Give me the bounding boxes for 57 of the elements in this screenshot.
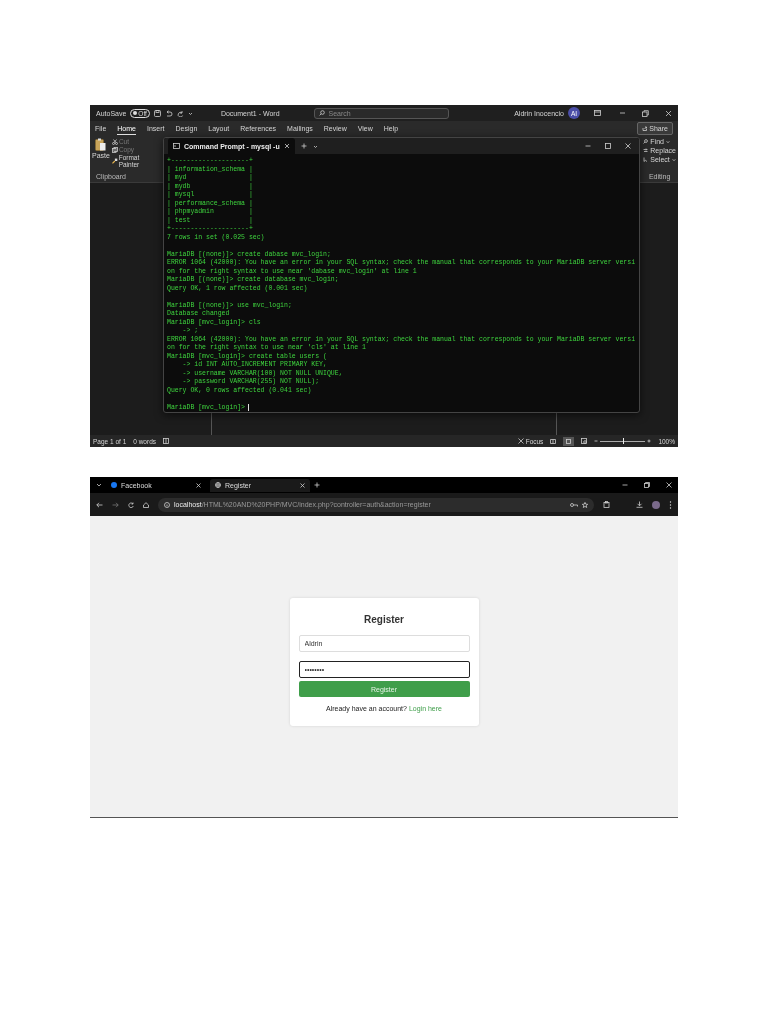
download-icon[interactable]	[636, 501, 643, 508]
home-icon[interactable]	[143, 501, 149, 508]
star-icon[interactable]	[582, 501, 588, 508]
more-icon[interactable]	[669, 500, 672, 509]
caret-icon	[671, 157, 676, 162]
site-info-icon[interactable]	[164, 501, 170, 508]
minimize-icon[interactable]	[622, 482, 628, 488]
new-tab-icon[interactable]	[314, 482, 320, 488]
reload-icon[interactable]	[128, 501, 134, 508]
zoom-slider[interactable]	[622, 438, 625, 445]
globe-icon	[215, 482, 221, 488]
page-icon	[566, 438, 572, 444]
caret-icon[interactable]	[312, 143, 318, 149]
back-icon[interactable]	[96, 501, 103, 508]
caret-icon[interactable]	[96, 482, 102, 488]
extensions-icon[interactable]	[603, 501, 610, 508]
save-icon[interactable]	[153, 109, 161, 117]
read-mode-icon[interactable]	[550, 438, 557, 444]
close-icon[interactable]	[283, 143, 290, 149]
ribbon-display-icon[interactable]	[594, 110, 601, 116]
replace-icon	[643, 148, 649, 153]
zoom-out-icon[interactable]	[594, 439, 599, 443]
scissors-icon	[111, 138, 118, 145]
terminal-icon	[173, 143, 180, 149]
close-icon[interactable]	[300, 482, 305, 488]
key-icon[interactable]	[570, 501, 578, 508]
copy-icon	[111, 146, 118, 153]
accessibility-icon[interactable]	[163, 438, 169, 444]
close-icon[interactable]	[665, 109, 672, 117]
close-icon[interactable]	[666, 482, 672, 488]
redo-icon[interactable]	[176, 109, 184, 117]
restore-icon[interactable]	[644, 482, 650, 488]
focus-icon	[517, 438, 524, 444]
share-icon	[642, 126, 648, 131]
zoom-in-icon[interactable]	[647, 439, 652, 443]
clipboard-icon	[95, 138, 107, 151]
caret-icon	[665, 139, 670, 144]
circle-logo-icon	[111, 482, 117, 488]
close-icon[interactable]	[625, 143, 631, 149]
plus-icon[interactable]	[300, 143, 307, 149]
profile-avatar[interactable]	[652, 500, 660, 509]
caret-icon[interactable]	[187, 110, 193, 116]
minimize-icon[interactable]	[585, 143, 591, 149]
minimize-icon[interactable]	[619, 110, 626, 116]
forward-icon[interactable]	[112, 501, 119, 508]
cursor-icon	[643, 157, 649, 162]
search-icon	[643, 139, 649, 144]
undo-icon[interactable]	[164, 109, 173, 117]
print-layout-button[interactable]	[563, 436, 575, 446]
form-title: Register	[364, 614, 404, 625]
web-layout-icon[interactable]	[581, 438, 588, 444]
text-cursor	[248, 404, 249, 412]
close-icon[interactable]	[196, 482, 201, 488]
search-icon	[318, 110, 325, 116]
paintbrush-icon	[111, 158, 118, 164]
maximize-icon[interactable]	[605, 143, 611, 149]
restore-icon[interactable]	[642, 109, 649, 117]
